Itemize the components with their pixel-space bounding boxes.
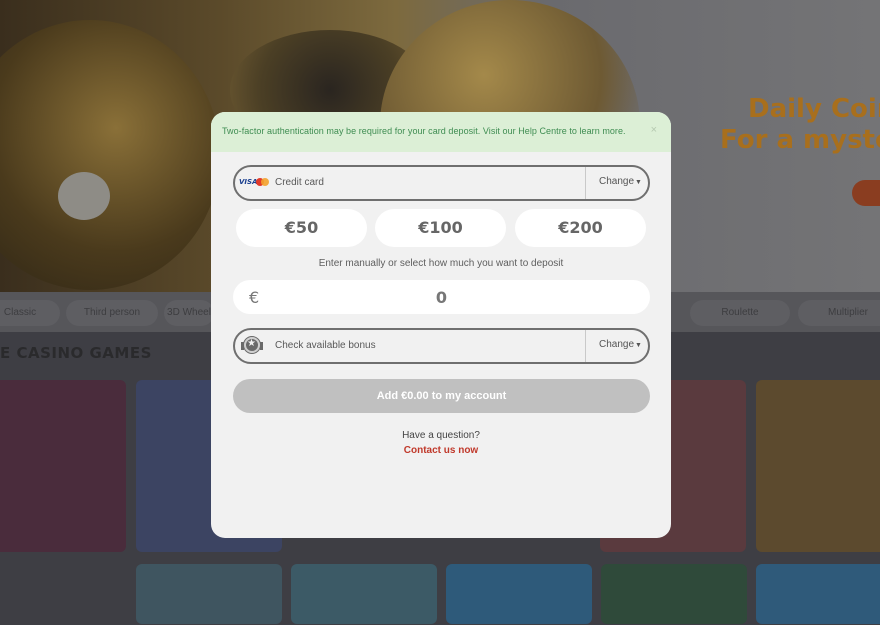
change-label: Change — [599, 176, 635, 187]
category-pill: Third person — [66, 300, 158, 326]
amount-option-100[interactable]: €100 — [375, 209, 506, 247]
contact-us-link[interactable]: Contact us now — [211, 445, 671, 456]
divider — [585, 330, 586, 362]
hero-swirl-graphic — [0, 20, 220, 290]
hero-title-line2: For a mystery — [720, 125, 880, 155]
hero-cta-button — [852, 180, 880, 206]
mastercard-icon — [256, 178, 270, 187]
bonus-star-icon: ★ — [241, 336, 263, 356]
category-pill: Classic — [0, 300, 60, 326]
amount-option-50[interactable]: €50 — [236, 209, 367, 247]
game-tile — [601, 564, 747, 624]
change-label: Change — [599, 339, 635, 350]
caret-down-icon: ▼ — [635, 179, 642, 186]
amount-hint: Enter manually or select how much you wa… — [318, 258, 564, 269]
bonus-selector[interactable]: ★ Check available bonus Change▼ — [233, 328, 650, 364]
amount-option-200[interactable]: €200 — [515, 209, 646, 247]
game-tile — [136, 564, 282, 624]
hero-title: Daily Coin For a mystery — [720, 94, 880, 156]
visa-icon: VISA — [239, 178, 258, 186]
payment-method-selector[interactable]: VISA Credit card Change▼ — [233, 165, 650, 201]
game-tile — [291, 564, 437, 624]
bonus-label: Check available bonus — [275, 340, 376, 351]
notice-text: Two-factor authentication may be require… — [222, 126, 626, 136]
hero-title-line1: Daily Coin — [748, 94, 880, 124]
category-pill: Roulette — [690, 300, 790, 326]
change-payment-button[interactable]: Change▼ — [599, 176, 642, 187]
add-funds-button[interactable]: Add €0.00 to my account — [233, 379, 650, 413]
help-question: Have a question? — [402, 430, 480, 441]
payment-method-label: Credit card — [275, 177, 324, 188]
deposit-modal: Two-factor authentication may be require… — [211, 112, 671, 538]
two-factor-notice: Two-factor authentication may be require… — [211, 112, 671, 152]
category-pill: Multiplier — [798, 300, 880, 326]
game-tile — [446, 564, 592, 624]
caret-down-icon: ▼ — [635, 342, 642, 349]
game-tile — [756, 380, 880, 552]
game-tile — [756, 564, 880, 624]
close-icon[interactable]: × — [651, 124, 657, 136]
hero-coin-graphic — [58, 172, 110, 220]
amount-input[interactable]: € 0 — [233, 280, 650, 314]
amount-options: €50 €100 €200 — [236, 209, 646, 247]
section-title: E CASINO GAMES — [0, 344, 152, 362]
amount-value[interactable]: 0 — [233, 288, 650, 307]
game-tile — [0, 380, 126, 552]
divider — [585, 167, 586, 199]
category-pill: 3D Wheel — [164, 300, 214, 326]
change-bonus-button[interactable]: Change▼ — [599, 339, 642, 350]
